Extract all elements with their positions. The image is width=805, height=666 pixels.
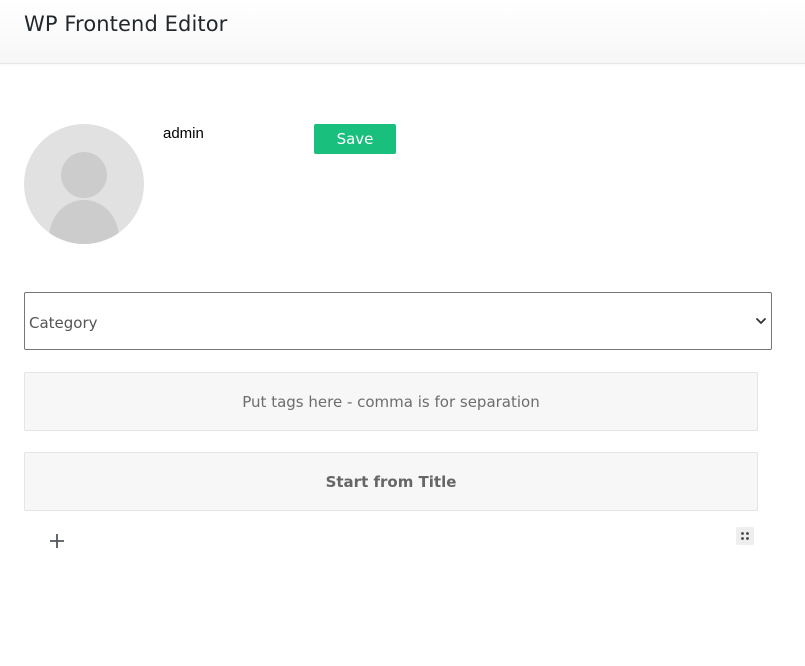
- tags-placeholder: Put tags here - comma is for separation: [242, 392, 540, 411]
- author-username: admin: [163, 125, 204, 142]
- category-selected-value: Category: [29, 314, 98, 332]
- plus-icon[interactable]: [45, 529, 69, 553]
- user-avatar-icon: [49, 152, 119, 244]
- avatar: [24, 124, 144, 244]
- tags-input[interactable]: Put tags here - comma is for separation: [24, 372, 758, 431]
- category-select[interactable]: Category: [24, 292, 772, 350]
- app-header: WP Frontend Editor: [0, 0, 805, 64]
- chevron-down-icon: [756, 318, 766, 324]
- post-title-input[interactable]: Start from Title: [24, 452, 758, 511]
- title-placeholder: Start from Title: [325, 472, 457, 491]
- drag-handle-icon[interactable]: [736, 527, 754, 545]
- save-button[interactable]: Save: [314, 124, 396, 154]
- app-title: WP Frontend Editor: [24, 12, 228, 36]
